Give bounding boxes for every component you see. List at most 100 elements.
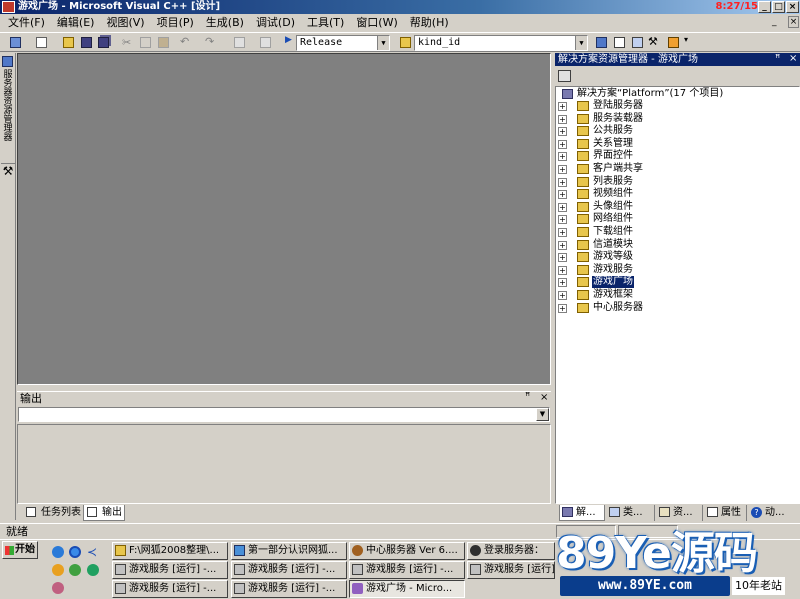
taskbar-item-active[interactable]: 游戏广场 - Micro... (349, 580, 465, 598)
taskbar-item[interactable]: 中心服务器 Ver 6.... (349, 542, 465, 560)
taskbar-item[interactable]: 游戏服务 [运行] -... (349, 561, 465, 579)
quicklaunch-vs-icon[interactable]: ≺ (87, 546, 99, 558)
properties-icon[interactable] (558, 70, 571, 82)
open-file-button[interactable] (61, 35, 76, 50)
menu-project[interactable]: 项目(P) (151, 15, 200, 31)
quicklaunch-media-icon[interactable] (69, 564, 81, 576)
taskbar-item[interactable]: 登录服务器： (467, 542, 555, 560)
quicklaunch-browser-icon[interactable] (69, 546, 81, 558)
quicklaunch-app-icon[interactable] (52, 564, 64, 576)
editor-area[interactable] (17, 53, 551, 385)
tab-resource-view[interactable]: 资... (657, 505, 703, 521)
expand-icon[interactable]: + (558, 278, 567, 288)
start-button-label: 开始 (15, 544, 35, 555)
project-folder-icon (577, 252, 589, 263)
resource-view-icon (659, 507, 670, 517)
redo-button[interactable]: ↷ (205, 35, 220, 50)
project-folder-icon (577, 189, 589, 200)
navigate-forward-button[interactable] (258, 35, 273, 50)
navigate-back-button[interactable] (232, 35, 247, 50)
taskbar-item[interactable]: 第一部分认识网狐... (231, 542, 347, 560)
toolbox-tab-icon[interactable]: ⚒ (1, 163, 15, 179)
start-button[interactable]: 开始 (2, 541, 38, 559)
menu-edit[interactable]: 编辑(E) (51, 15, 101, 31)
server-explorer-tab[interactable]: 服务器资源管理器 (1, 71, 15, 143)
expand-icon[interactable]: + (558, 190, 567, 200)
menu-tools[interactable]: 工具(T) (301, 15, 350, 31)
expand-icon[interactable]: + (558, 240, 567, 250)
project-folder-icon (577, 113, 589, 124)
expand-icon[interactable]: + (558, 127, 567, 137)
pin-icon[interactable]: ꟸ (525, 392, 530, 402)
class-view-button[interactable] (630, 35, 645, 50)
configuration-select[interactable]: Release ▼ (296, 35, 390, 51)
expand-icon[interactable]: + (558, 253, 567, 263)
minimize-button[interactable]: _ (758, 1, 771, 13)
copy-button[interactable] (138, 35, 153, 50)
pin-icon[interactable]: ꟸ (775, 54, 780, 64)
save-button[interactable] (79, 35, 94, 50)
taskbar-item[interactable]: 游戏服务 [运行] -... (231, 580, 347, 598)
menu-debug[interactable]: 调试(D) (250, 15, 301, 31)
tab-dynamic-help[interactable]: ? 动... (749, 505, 797, 521)
close-button[interactable]: × (786, 1, 799, 13)
taskbar-item[interactable]: 游戏服务 [运行] -... (112, 561, 228, 579)
cut-button[interactable]: ✂ (120, 35, 135, 50)
menu-file[interactable]: 文件(F) (0, 15, 51, 31)
taskbar-item-label: 游戏服务 [运行] -... (366, 564, 454, 575)
expand-icon[interactable]: + (558, 177, 567, 187)
chevron-down-icon: ▼ (536, 408, 549, 421)
tab-output[interactable]: 输出 (83, 505, 125, 521)
quicklaunch-user-icon[interactable] (52, 582, 64, 594)
output-close-icon[interactable]: × (540, 392, 548, 403)
paste-button[interactable] (156, 35, 171, 50)
menu-view[interactable]: 视图(V) (100, 15, 150, 31)
tab-class-view[interactable]: 类... (607, 505, 655, 521)
toolbox-button[interactable]: ⚒ (648, 35, 663, 50)
output-text-area[interactable] (17, 424, 551, 504)
taskbar-item[interactable]: 游戏服务 [运行] -... (112, 580, 228, 598)
quicklaunch-ie-icon[interactable] (52, 546, 64, 558)
tab-properties[interactable]: 属性 (705, 505, 747, 521)
expand-icon[interactable]: + (558, 152, 567, 162)
expand-icon[interactable]: + (558, 202, 567, 212)
menu-window[interactable]: 窗口(W) (350, 15, 403, 31)
expand-icon[interactable]: + (558, 102, 567, 111)
taskbar-item[interactable]: 游戏服务 [运行] (467, 561, 555, 579)
expand-icon[interactable]: + (558, 303, 567, 313)
save-all-button[interactable] (96, 35, 111, 50)
taskbar-item[interactable]: 游戏服务 [运行] -... (231, 561, 347, 579)
solution-explorer-title: 解决方案资源管理器 - 游戏广场 (558, 54, 698, 65)
expand-icon[interactable]: + (558, 114, 567, 124)
menu-build[interactable]: 生成(B) (200, 15, 250, 31)
expand-icon[interactable]: + (558, 228, 567, 237)
new-project-button[interactable] (8, 35, 23, 50)
toolbar-options-button[interactable]: ▾ (684, 35, 699, 50)
tab-task-list[interactable]: 任务列表 (23, 505, 83, 521)
undo-button[interactable]: ↶ (180, 35, 195, 50)
expand-icon[interactable]: + (558, 215, 567, 225)
taskbar-item-label: 游戏服务 [运行] -... (129, 583, 217, 594)
solution-explorer-close-icon[interactable]: × (789, 53, 797, 64)
find-in-files-button[interactable] (398, 35, 413, 50)
expand-icon[interactable]: + (558, 165, 567, 174)
tab-dynamic-help-label: 动... (765, 507, 785, 518)
quicklaunch-globe-icon[interactable] (87, 564, 99, 576)
other-windows-button[interactable] (666, 35, 681, 50)
properties-button[interactable] (612, 35, 627, 50)
expand-icon[interactable]: + (558, 291, 567, 300)
output-source-select[interactable]: ▼ (18, 407, 550, 422)
menu-help[interactable]: 帮助(H) (404, 15, 455, 31)
tab-solution-explorer[interactable]: 解... (559, 505, 605, 521)
project-folder-icon (577, 302, 589, 313)
window-title-bar[interactable]: 游戏广场 - Microsoft Visual C++ [设计] (0, 0, 800, 14)
find-combo[interactable]: kind_id ▼ (414, 35, 588, 51)
taskbar-item[interactable]: F:\网狐2008整理\... (112, 542, 228, 560)
solution-explorer-button[interactable] (594, 35, 609, 50)
expand-icon[interactable]: + (558, 265, 567, 275)
maximize-button[interactable]: □ (772, 1, 785, 13)
add-item-button[interactable] (34, 35, 49, 50)
mdi-close-button[interactable]: × (788, 16, 799, 28)
mdi-minimize-button[interactable]: _ (772, 17, 781, 28)
expand-icon[interactable]: + (558, 139, 567, 149)
